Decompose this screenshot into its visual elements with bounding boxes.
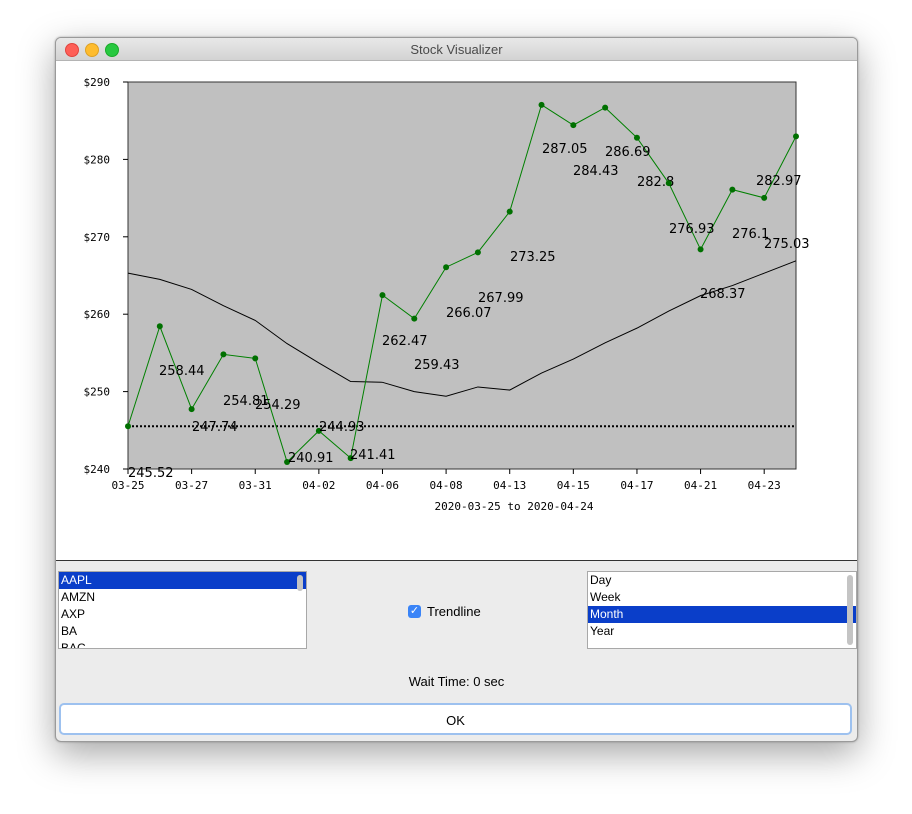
data-point [156, 323, 163, 330]
x-tick-label: 04-06 [366, 479, 399, 492]
stock-item-bac[interactable]: BAC [59, 640, 306, 648]
stock-item-amzn[interactable]: AMZN [59, 589, 306, 606]
data-label: 287.05 [542, 142, 588, 157]
stock-item-axp[interactable]: AXP [59, 606, 306, 623]
stock-list-scrollbar[interactable] [297, 575, 303, 591]
y-tick-label: $260 [84, 308, 111, 321]
period-list[interactable]: Day Week Month Year [587, 571, 857, 649]
data-label: 286.69 [605, 145, 651, 160]
data-label: 266.07 [446, 306, 492, 321]
data-point [252, 355, 259, 362]
data-label: 245.52 [128, 466, 174, 481]
y-tick-label: $270 [84, 231, 111, 244]
data-point [697, 246, 704, 253]
data-point [506, 208, 513, 215]
data-point [793, 133, 799, 140]
data-label: 268.37 [700, 287, 746, 302]
window-title: Stock Visualizer [410, 42, 503, 57]
data-label: 244.93 [319, 420, 365, 435]
title-bar[interactable]: Stock Visualizer [56, 38, 857, 61]
data-label: 276.93 [669, 222, 715, 237]
data-point [729, 186, 736, 193]
stock-chart: $240$250$260$270$280$29003-25 03-27 03-31 0… [84, 76, 810, 513]
data-point [220, 351, 227, 358]
data-label: 267.99 [478, 291, 524, 306]
x-tick-label: 03-31 [239, 479, 272, 492]
data-point [411, 315, 418, 322]
period-item-month[interactable]: Month [588, 606, 856, 623]
data-label: 240.91 [288, 451, 334, 466]
data-point [125, 423, 131, 430]
y-tick-label: $280 [84, 153, 111, 166]
data-label: 254.29 [255, 398, 301, 413]
data-label: 259.43 [414, 358, 460, 373]
data-point [761, 194, 768, 201]
ok-button[interactable]: OK [59, 703, 852, 735]
x-tick-label: 04-02 [302, 479, 335, 492]
data-point [602, 104, 609, 111]
y-tick-label: $290 [84, 76, 111, 89]
stock-list[interactable]: AAPL AMZN AXP BA BAC [58, 571, 307, 649]
data-label: 258.44 [159, 364, 205, 379]
data-label: 284.43 [573, 164, 619, 179]
x-tick-label: 04-17 [620, 479, 653, 492]
data-point [633, 134, 640, 141]
trendline-toggle[interactable]: ✓ Trendline [408, 603, 481, 619]
period-item-day[interactable]: Day [588, 572, 856, 589]
trendline-label: Trendline [427, 603, 481, 619]
data-label: 247.74 [192, 420, 238, 435]
data-label: 262.47 [382, 334, 428, 349]
x-tick-label: 03-27 [175, 479, 208, 492]
period-list-scrollbar[interactable] [847, 575, 853, 645]
x-tick-label: 04-08 [430, 479, 463, 492]
data-point [443, 264, 450, 271]
plot-area [127, 81, 797, 470]
stock-item-aapl[interactable]: AAPL [59, 572, 306, 589]
x-tick-label: 04-23 [748, 479, 781, 492]
data-label: 282.97 [756, 174, 802, 189]
x-axis-label: 2020-03-25 to 2020-04-24 [435, 500, 594, 513]
data-label: 241.41 [350, 448, 396, 463]
data-point [570, 122, 577, 129]
data-point [474, 249, 481, 256]
period-item-week[interactable]: Week [588, 589, 856, 606]
stock-visualizer-window: Stock Visualizer $240 $250 $260 $270 $280 $29… [55, 37, 858, 742]
data-label: 273.25 [510, 250, 556, 265]
y-tick-label: $240 [84, 463, 111, 476]
data-point [188, 406, 195, 413]
data-point [665, 180, 672, 187]
stock-item-ba[interactable]: BA [59, 623, 306, 640]
period-item-year[interactable]: Year [588, 623, 856, 640]
data-label: 275.03 [764, 237, 810, 252]
wait-time-text: Wait Time: 0 sec [408, 674, 505, 689]
chart-panel: $240 $250 $260 $270 $280 $290 03-25 03-27 03-31 0… [56, 61, 857, 561]
x-tick-label: 04-15 [557, 479, 590, 492]
data-point [538, 101, 545, 108]
y-tick-label: $250 [84, 386, 111, 399]
x-tick-label: 04-13 [493, 479, 526, 492]
x-tick-label: 04-21 [684, 479, 717, 492]
trendline-checkbox[interactable]: ✓ [408, 604, 421, 618]
data-point [379, 292, 386, 299]
